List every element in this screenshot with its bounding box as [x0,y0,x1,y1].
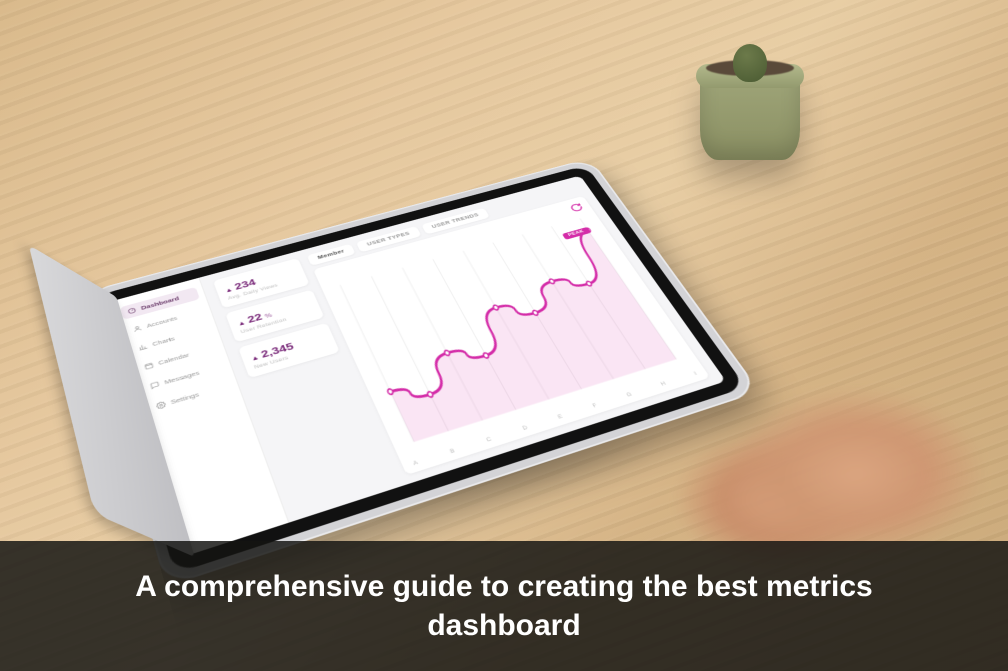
x-tick: B [450,449,456,455]
x-tick: I [694,372,698,377]
x-tick: A [413,461,419,467]
line-chart [329,211,690,453]
x-tick: G [626,392,633,398]
x-tick: E [557,414,564,420]
message-icon [149,381,160,390]
scene-photo: Dashboard Accounts [0,0,1008,671]
gear-icon [155,401,166,410]
chart-icon [138,343,149,352]
trend-up-icon: ▲ [224,286,234,294]
sidebar-item-settings[interactable]: Settings [148,378,234,416]
gauge-icon [127,307,138,315]
sidebar-item-label: Messages [164,369,201,385]
sidebar-item-label: Dashboard [140,295,180,311]
sidebar-item-label: Calendar [157,351,190,366]
x-tick: H [660,382,667,388]
sidebar-item-messages[interactable]: Messages [142,359,226,396]
caption-bar: A comprehensive guide to creating the be… [0,541,1008,671]
plant-cactus [733,44,767,82]
x-tick: C [486,437,493,443]
tablet-device: Dashboard Accounts [84,158,760,587]
stat-label: New Users [254,344,330,370]
user-icon [132,324,143,332]
sidebar-item-label: Charts [152,335,176,347]
sidebar-item-calendar[interactable]: Calendar [136,340,219,376]
stat-unit: % [264,312,273,320]
tablet-bezel: Dashboard Accounts [95,165,746,574]
caption-text: A comprehensive guide to creating the be… [60,567,948,645]
trend-up-icon: ▲ [237,319,247,327]
trend-up-icon: ▲ [250,354,260,363]
stat-value: 2,345 [259,340,295,359]
tablet-stage: Dashboard Accounts [90,130,730,550]
sidebar-item-label: Settings [170,391,200,406]
sidebar-item-label: Accounts [146,315,178,329]
chart-column: Member USER TYPES USER TRENDS [307,183,710,475]
x-tick: F [592,403,598,409]
x-tick: D [522,426,529,432]
calendar-icon [143,361,154,370]
